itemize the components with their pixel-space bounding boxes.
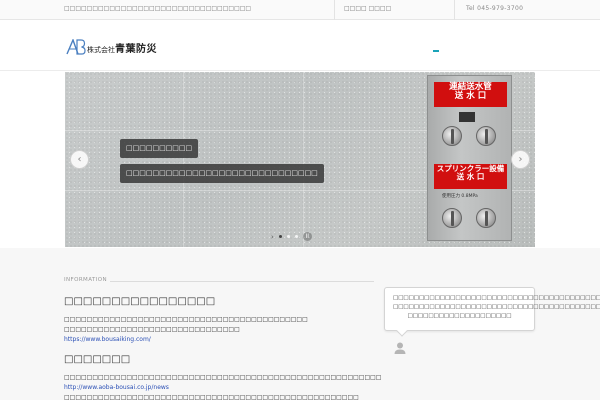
bubble-text: □□□□□□□□□□□□□□□□□□□□□□□□□□□□□□□□□□□□□□□□… [393,295,600,301]
phone-number[interactable]: Tel 045-979-3700 [466,5,523,12]
tile-seam [183,72,184,247]
company-name: 株式会社青葉防災 [87,40,157,55]
sprinkler-sign: スプリンクラー設備 送 水 口 [434,164,507,189]
slide-caption-text: □□□□□□□□□□□□□□□□□□□□□□□□□□□□□ [120,164,324,183]
speech-bubble: □□□□□□□□□□□□□□□□□□□□□□□□□□□□□□□□□□□□□□□□… [384,287,600,331]
news-title: □□□□□□□ [64,354,131,365]
slider-pager: › II [271,232,312,241]
top-bar: □□□□□□□□□□□□□□□□□□□□□□□□□□□□□□□□□ □□□□ □… [0,0,600,20]
information-section: INFORMATION □□□□□□□□□□□□□□□□ □□□□□□□□□□□… [0,248,600,400]
pager-dot-active[interactable] [278,235,282,238]
valve-icon [476,126,496,146]
tile-seam [303,72,304,247]
company-main-name: 青葉防災 [115,43,157,55]
bubble-text: □□□□□□□□□□□□□□□□□□□□ [407,313,512,319]
valve-icon [442,126,462,146]
slider-prev-button[interactable]: ‹ [70,150,89,169]
topbar-links[interactable]: □□□□ □□□□ [344,5,391,12]
section-divider [110,281,374,282]
pager-dot[interactable] [294,235,298,238]
valve-icon [476,208,496,228]
company-prefix: 株式会社 [87,45,115,54]
pager-dot[interactable] [286,235,290,238]
news-text: □□□□□□□□□□□□□□□□□□□□□□□□□□□□□□□□□□□□□□□□… [64,374,382,381]
pause-icon[interactable]: II [302,232,312,241]
news-text: □□□□□□□□□□□□□□□□□□□□□□□□□□□□□□□□□□□□□□□□… [64,316,308,323]
site-tagline: □□□□□□□□□□□□□□□□□□□□□□□□□□□□□□□□□ [64,5,252,12]
news-text: □□□□□□□□□□□□□□□□□□□□□□□□□□□□□□□□□□□□□□□□… [64,394,359,400]
news-title: □□□□□□□□□□□□□□□□ [64,296,216,307]
section-label: INFORMATION [64,277,107,283]
fire-hose-connection-panel: 連結送水管 送 水 口 スプリンクラー設備 送 水 口 使用圧力 0.8MPa [427,75,512,241]
logo-mark-icon [66,38,86,55]
site-header: 株式会社青葉防災 [0,21,600,71]
company-logo[interactable]: 株式会社青葉防災 [66,38,157,56]
topbar-divider [454,0,455,20]
slide-caption-title: □□□□□□□□□□ [120,139,199,158]
sign-text: 送 水 口 [454,91,487,102]
bubble-text: □□□□□□□□□□□□□□□□□□□□□□□□□□□□□□□□□□□□□□□□… [393,304,600,310]
pressure-note: 使用圧力 0.8MPa [442,194,478,199]
standpipe-sign: 連結送水管 送 水 口 [434,82,507,107]
panel-label-plate [459,112,475,122]
slider-next-button[interactable]: › [511,150,530,169]
sign-text: 送 水 口 [456,172,485,182]
valve-icon [442,208,462,228]
news-link[interactable]: http://www.aoba-bousai.co.jp/news [64,384,169,391]
news-text: □□□□□□□□□□□□□□□□□□□□□□□□□□□□□□□ [64,326,240,333]
nav-active-indicator [433,50,439,52]
hero-slider: 連結送水管 送 水 口 スプリンクラー設備 送 水 口 使用圧力 0.8MPa … [65,72,535,247]
topbar-divider [334,0,335,20]
pager-next-icon[interactable]: › [271,233,274,241]
news-link[interactable]: https://www.bousaiking.com/ [64,336,151,343]
avatar-icon [393,340,407,354]
